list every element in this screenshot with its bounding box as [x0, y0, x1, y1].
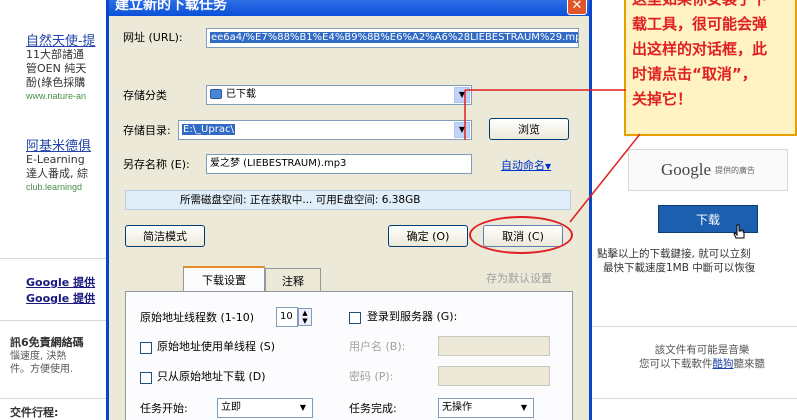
task-start-value: 立即 — [221, 402, 241, 413]
hand-pointer-icon — [733, 224, 745, 239]
google-logo: Google — [660, 160, 712, 179]
save-as-field[interactable]: 爱之梦 (LIEBESTRAUM).mp3 — [206, 154, 472, 174]
save-default-link[interactable]: 存为默认设置 — [486, 272, 552, 286]
password-label: 密码 (P): — [349, 370, 394, 383]
category-value: 已下载 — [226, 89, 256, 100]
url-value: ee6a4/%E7%88%B1%E4%B9%8B%E6%A2%A6%28LIEB… — [210, 32, 578, 43]
directory-value: E:\_Uprac\ — [182, 124, 235, 135]
username-label: 用户名 (B): — [349, 340, 406, 353]
only-original-checkbox[interactable] — [140, 372, 152, 384]
browse-button[interactable]: 浏览 — [489, 118, 569, 140]
close-icon[interactable]: ✕ — [567, 0, 587, 15]
task-start-label: 任务开始: — [140, 402, 188, 415]
directory-select[interactable]: E:\_Uprac\ ▼ — [178, 120, 472, 140]
task-start-select[interactable]: 立即 ▼ — [217, 398, 313, 418]
ok-button[interactable]: 确定 (O) — [388, 225, 468, 247]
directory-label: 存储目录: — [123, 124, 171, 137]
login-checkbox[interactable] — [349, 312, 361, 324]
download-hint: 點擊以上的下载鍵接, 就可以立刻 — [597, 248, 751, 260]
callout-line: 时请点击“取消”， — [632, 65, 757, 83]
instruction-callout: 这里如果你安装了下 载工具，很可能会弹 出这样的对话框，此 时请点击“取消”， … — [624, 0, 797, 136]
tab-notes[interactable]: 注释 — [265, 268, 321, 292]
chevron-down-icon[interactable]: ▼ — [516, 400, 532, 416]
kugou-link[interactable]: 酷狗 — [713, 358, 734, 370]
google-ads-link[interactable]: Google 提供 — [26, 292, 95, 306]
chevron-down-icon: ▼ — [545, 162, 552, 171]
category-select[interactable]: 已下载 ▼ — [206, 85, 472, 105]
download-hint: 最快下載速度1MB 中斷可以恢復 — [603, 262, 756, 274]
login-label: 登录到服务器 (G): — [367, 310, 458, 323]
simple-mode-button[interactable]: 简洁模式 — [125, 225, 205, 247]
divider — [590, 398, 797, 399]
callout-line: 关掉它！ — [632, 90, 693, 108]
callout-line: 这里如果你安装了下 — [632, 0, 789, 12]
threads-spinner[interactable]: ▲ ▼ — [298, 308, 312, 326]
url-field[interactable]: ee6a4/%E7%88%B1%E4%B9%8B%E6%A2%A6%28LIEB… — [206, 28, 579, 48]
disk-space-info: 所需磁盘空间: 正在获取中... 可用E盘空间: 6.38GB — [125, 190, 571, 210]
music-note-line: 該文件有可能是音樂 — [654, 344, 750, 356]
new-download-task-dialog: 建立新的下载任务 ✕ 网址 (URL): ee6a4/%E7%88%B1%E4%… — [106, 0, 592, 420]
task-done-value: 无操作 — [442, 402, 472, 413]
google-ads-link[interactable]: Google 提供 — [26, 276, 95, 290]
chevron-down-icon[interactable]: ▼ — [454, 122, 470, 138]
task-done-label: 任务完成: — [349, 402, 397, 415]
folder-icon — [210, 89, 222, 99]
save-as-label: 另存名称 (E): — [123, 158, 190, 171]
google-ads-badge[interactable]: Google 提供的廣告 — [628, 149, 788, 191]
username-field[interactable] — [438, 336, 550, 356]
divider — [590, 326, 797, 327]
only-original-label: 只从原始地址下载 (D) — [157, 370, 266, 383]
dialog-title: 建立新的下载任务 — [115, 0, 227, 13]
url-label: 网址 (URL): — [123, 31, 183, 44]
screenshot-stage: 自然天使-提 11大部諸通 管OEN 純天 酚(綠色採購 www.nature-… — [0, 0, 797, 420]
threads-label: 原始地址线程数 (1-10) — [140, 311, 255, 324]
bottom-left-label: 交件行程: — [10, 406, 59, 419]
dialog-titlebar[interactable]: 建立新的下载任务 ✕ — [109, 0, 589, 16]
highlight-ellipse — [469, 216, 573, 254]
download-settings-panel: 原始地址线程数 (1-10) 10 ▲ ▼ 登录到服务器 (G): 原始地址使用单… — [125, 291, 573, 420]
task-done-select[interactable]: 无操作 ▼ — [438, 398, 534, 418]
auto-name-link[interactable]: 自动命名▼ — [501, 157, 551, 173]
callout-line: 出这样的对话框，此 — [632, 40, 768, 58]
password-field[interactable] — [438, 366, 550, 386]
chevron-down-icon[interactable]: ▼ — [454, 87, 470, 103]
chevron-down-icon[interactable]: ▼ — [295, 400, 311, 416]
category-label: 存储分类 — [123, 89, 167, 102]
single-thread-checkbox[interactable] — [140, 342, 152, 354]
tab-download-settings[interactable]: 下载设置 — [183, 266, 265, 292]
music-note-line: 您可以下载軟件酷狗聽來聽 — [639, 358, 765, 370]
threads-field[interactable]: 10 — [276, 307, 298, 327]
single-thread-label: 原始地址使用单线程 (S) — [157, 340, 276, 353]
google-badge-suffix: 提供的廣告 — [715, 165, 756, 175]
music-note: 該文件有可能是音樂 您可以下载軟件酷狗聽來聽 — [612, 343, 792, 371]
callout-line: 载工具，很可能会弹 — [632, 15, 768, 33]
